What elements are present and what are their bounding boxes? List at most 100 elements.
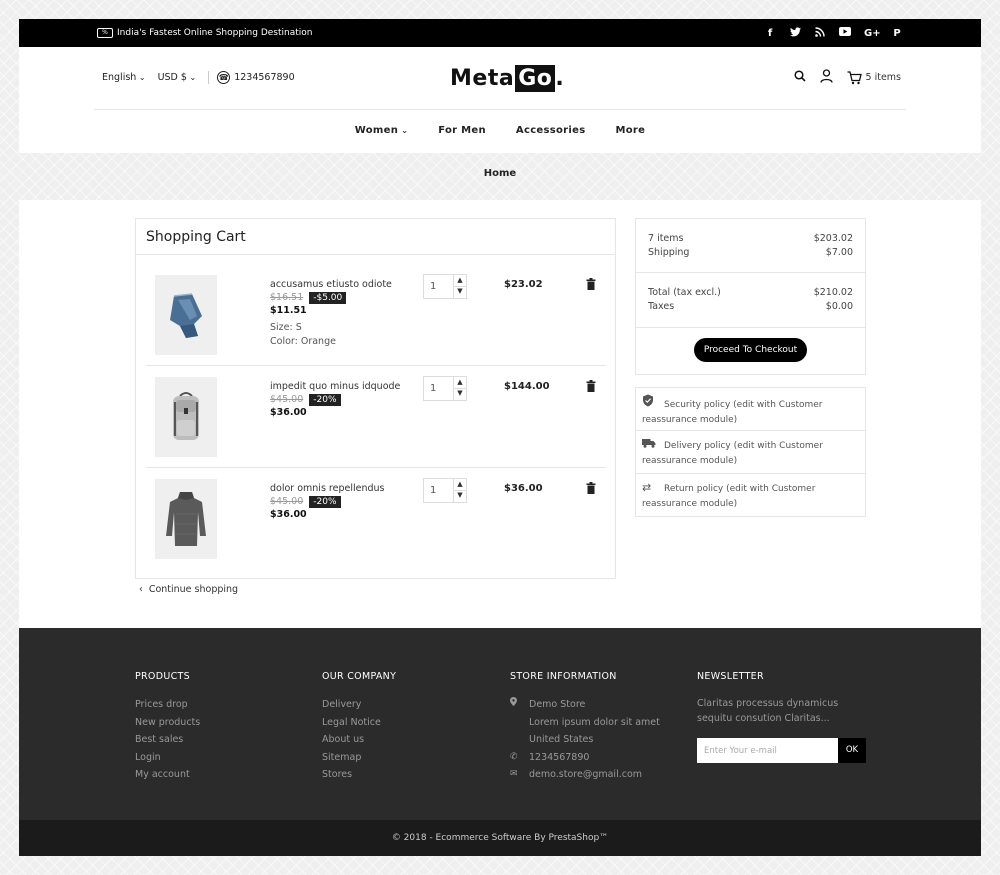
shopping-cart: Shopping Cart accusamus etiusto odiote $…	[135, 218, 616, 579]
item-name[interactable]: impedit quo minus idquode	[270, 380, 400, 393]
qty-decrease-icon[interactable]: ▼	[453, 490, 466, 502]
envelope-icon: ✉	[510, 769, 518, 779]
summary-row-total: Total (tax excl.) $210.02	[648, 286, 853, 300]
breadcrumb-home[interactable]: Home	[484, 168, 516, 179]
footer-link-new-products[interactable]: New products	[135, 714, 200, 732]
qty-decrease-icon[interactable]: ▼	[453, 286, 466, 298]
newsletter-email-input[interactable]	[697, 738, 838, 763]
nav-item-women[interactable]: Women	[355, 125, 408, 136]
user-icon[interactable]	[819, 69, 833, 86]
quantity-value[interactable]: 1	[430, 281, 436, 292]
item-price: $36.00	[270, 509, 307, 520]
newsletter-ok-button[interactable]: OK	[838, 738, 866, 763]
product-thumbnail-sweater[interactable]	[155, 479, 217, 559]
footer-link-legal-notice[interactable]: Legal Notice	[322, 714, 396, 732]
cart-item: dolor omnis repellendus $45.00 -20% $36.…	[146, 469, 606, 570]
quantity-stepper[interactable]: 1 ▲ ▼	[423, 478, 467, 503]
item-old-price: $16.51	[270, 292, 304, 303]
footer-link-my-account[interactable]: My account	[135, 766, 200, 784]
logo-box-text: Go	[515, 65, 556, 92]
footer-link-login[interactable]: Login	[135, 749, 200, 767]
reassurance-security-text: Security policy (edit with Customer reas…	[642, 400, 823, 425]
search-icon[interactable]	[793, 70, 806, 85]
logo-text: Meta	[450, 66, 515, 91]
item-line-total: $36.00	[504, 483, 543, 494]
item-line-total: $23.02	[504, 279, 543, 290]
store-address-line3: United States	[529, 734, 594, 745]
rss-icon[interactable]	[814, 26, 826, 40]
footer-link-sitemap[interactable]: Sitemap	[322, 749, 396, 767]
proceed-to-checkout-button[interactable]: Proceed To Checkout	[694, 338, 807, 362]
item-info: impedit quo minus idquode $45.00 -20% $3…	[270, 380, 400, 419]
item-discount-badge: -20%	[309, 495, 341, 508]
copyright-text: © 2018 - Ecommerce Software By PrestaSho…	[391, 833, 609, 843]
header-divider	[94, 109, 906, 110]
reassurance-security: Security policy (edit with Customer reas…	[636, 388, 865, 431]
phone-number: 1234567890	[234, 72, 295, 83]
site-header: English USD $ ☎ 1234567890 Meta Go . 5 i…	[19, 47, 981, 153]
store-phone: 1234567890	[529, 751, 590, 763]
nav-item-for-men[interactable]: For Men	[438, 125, 486, 136]
summary-row-items: 7 items $203.02	[648, 232, 853, 246]
summary-taxes-label: Taxes	[648, 301, 675, 312]
product-thumbnail-jeans[interactable]	[155, 275, 217, 355]
summary-divider	[636, 327, 865, 328]
item-name[interactable]: dolor omnis repellendus	[270, 482, 384, 495]
copyright-bar: © 2018 - Ecommerce Software By PrestaSho…	[19, 820, 981, 856]
continue-shopping-label: Continue shopping	[148, 584, 239, 595]
top-bar: % India's Fastest Online Shopping Destin…	[19, 19, 981, 47]
logo-dot: .	[555, 66, 565, 91]
store-address-line2: Lorem ipsum dolor sit amet	[529, 716, 660, 728]
quantity-value[interactable]: 1	[430, 485, 436, 496]
summary-shipping-value: $7.00	[825, 247, 853, 258]
footer-link-delivery[interactable]: Delivery	[322, 696, 396, 714]
footer-company-title: OUR COMPANY	[322, 671, 397, 682]
quantity-stepper[interactable]: 1 ▲ ▼	[423, 376, 467, 401]
facebook-icon[interactable]: f	[764, 28, 776, 39]
trash-icon[interactable]	[586, 380, 596, 392]
footer-link-prices-drop[interactable]: Prices drop	[135, 696, 200, 714]
twitter-icon[interactable]	[789, 26, 801, 40]
product-thumbnail-backpack[interactable]	[155, 377, 217, 457]
nav-item-more[interactable]: More	[615, 125, 645, 136]
nav-item-accessories[interactable]: Accessories	[516, 125, 586, 136]
qty-decrease-icon[interactable]: ▼	[453, 388, 466, 400]
currency-selector[interactable]: USD $	[158, 72, 197, 83]
cart-item: accusamus etiusto odiote $16.51 -$5.00 $…	[146, 265, 606, 366]
language-selector[interactable]: English	[102, 72, 146, 83]
youtube-icon[interactable]	[839, 27, 851, 39]
phone-icon: ✆	[510, 751, 518, 762]
store-email[interactable]: demo.store@gmail.com	[529, 766, 642, 784]
google-plus-icon[interactable]: G+	[864, 28, 881, 39]
footer-link-best-sales[interactable]: Best sales	[135, 731, 200, 749]
pinterest-icon[interactable]: P	[891, 28, 903, 39]
item-price: $36.00	[270, 407, 307, 418]
item-info: dolor omnis repellendus $45.00 -20% $36.…	[270, 482, 384, 521]
footer-newsletter: NEWSLETTER Claritas processus dynamicus …	[697, 671, 872, 763]
reassurance-block: Security policy (edit with Customer reas…	[635, 387, 866, 517]
trash-icon[interactable]	[586, 482, 596, 494]
quantity-value[interactable]: 1	[430, 383, 436, 394]
header-cart[interactable]: 5 items	[847, 70, 901, 85]
cart-count: 5 items	[865, 72, 901, 83]
item-price-row: $16.51 -$5.00	[270, 291, 392, 304]
footer-link-about-us[interactable]: About us	[322, 731, 396, 749]
trash-icon[interactable]	[586, 278, 596, 290]
site-logo[interactable]: Meta Go .	[450, 65, 564, 92]
social-links: f G+ P	[764, 19, 903, 47]
item-name[interactable]: accusamus etiusto odiote	[270, 278, 392, 291]
footer-company: OUR COMPANY Delivery Legal Notice About …	[322, 671, 396, 784]
item-price: $11.51	[270, 305, 307, 316]
item-size: Size: S	[270, 322, 302, 333]
quantity-stepper[interactable]: 1 ▲ ▼	[423, 274, 467, 299]
summary-row-taxes: Taxes $0.00	[648, 300, 853, 314]
store-address-lines: Demo Store Lorem ipsum dolor sit amet Un…	[529, 696, 660, 749]
summary-total-value: $210.02	[813, 287, 853, 298]
map-pin-icon	[510, 696, 519, 749]
footer-link-stores[interactable]: Stores	[322, 766, 396, 784]
cart-item: impedit quo minus idquode $45.00 -20% $3…	[146, 367, 606, 468]
chevron-left-icon: ‹	[139, 584, 143, 595]
item-old-price: $45.00	[270, 496, 304, 507]
store-name: Demo Store	[529, 699, 586, 710]
continue-shopping-link[interactable]: ‹ Continue shopping	[139, 584, 238, 595]
